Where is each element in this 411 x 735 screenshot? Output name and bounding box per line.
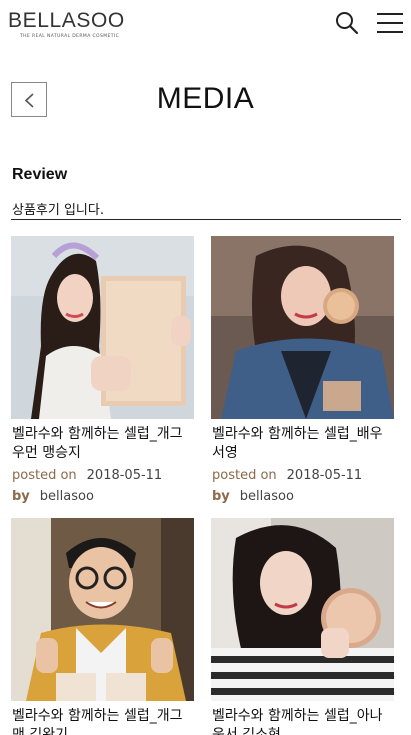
post-thumbnail[interactable] — [11, 236, 194, 419]
post-title[interactable]: 벨라수와 함께하는 셀럽_개그맨 김완기 — [12, 707, 194, 735]
logo-tagline: THE REAL NATURAL DERMA COSMETIC — [20, 34, 120, 39]
section-subtitle: 상품후기 입니다. — [12, 203, 104, 218]
site-header: BELLASOO THE REAL NATURAL DERMA COSMETIC — [0, 0, 411, 46]
post-thumbnail[interactable] — [211, 518, 394, 701]
post-author[interactable]: bellasoo — [40, 489, 94, 504]
hamburger-menu-icon — [377, 13, 403, 33]
post-title[interactable]: 벨라수와 함께하는 셀럽_개그우먼 맹승지 — [12, 425, 194, 463]
post-date: 2018-05-11 — [286, 468, 363, 483]
post-author-row: by bellasoo — [212, 488, 294, 505]
post-title[interactable]: 벨라수와 함께하는 셀럽_아나운서 김소현 — [212, 707, 394, 735]
brand-logo[interactable]: BELLASOO THE REAL NATURAL DERMA COSMETIC — [8, 9, 128, 40]
search-icon — [336, 12, 359, 35]
post-title[interactable]: 벨라수와 함께하는 셀럽_배우 서영 — [212, 425, 394, 463]
post-author[interactable]: bellasoo — [240, 489, 294, 504]
by-label: by — [12, 489, 30, 504]
post-date: 2018-05-11 — [86, 468, 163, 483]
search-button[interactable] — [334, 10, 360, 36]
post-date-row: posted on 2018-05-11 — [212, 467, 362, 484]
posted-label: posted on — [212, 468, 277, 483]
page-title: MEDIA — [156, 82, 255, 115]
post-thumbnail[interactable] — [11, 518, 194, 701]
section-divider — [11, 219, 401, 220]
menu-button[interactable] — [376, 11, 404, 35]
posted-label: posted on — [12, 468, 77, 483]
by-label: by — [212, 489, 230, 504]
section-title: Review — [12, 166, 68, 183]
post-date-row: posted on 2018-05-11 — [12, 467, 162, 484]
post-author-row: by bellasoo — [12, 488, 94, 505]
post-thumbnail[interactable] — [211, 236, 394, 419]
logo-text: BELLASOO — [8, 9, 125, 32]
